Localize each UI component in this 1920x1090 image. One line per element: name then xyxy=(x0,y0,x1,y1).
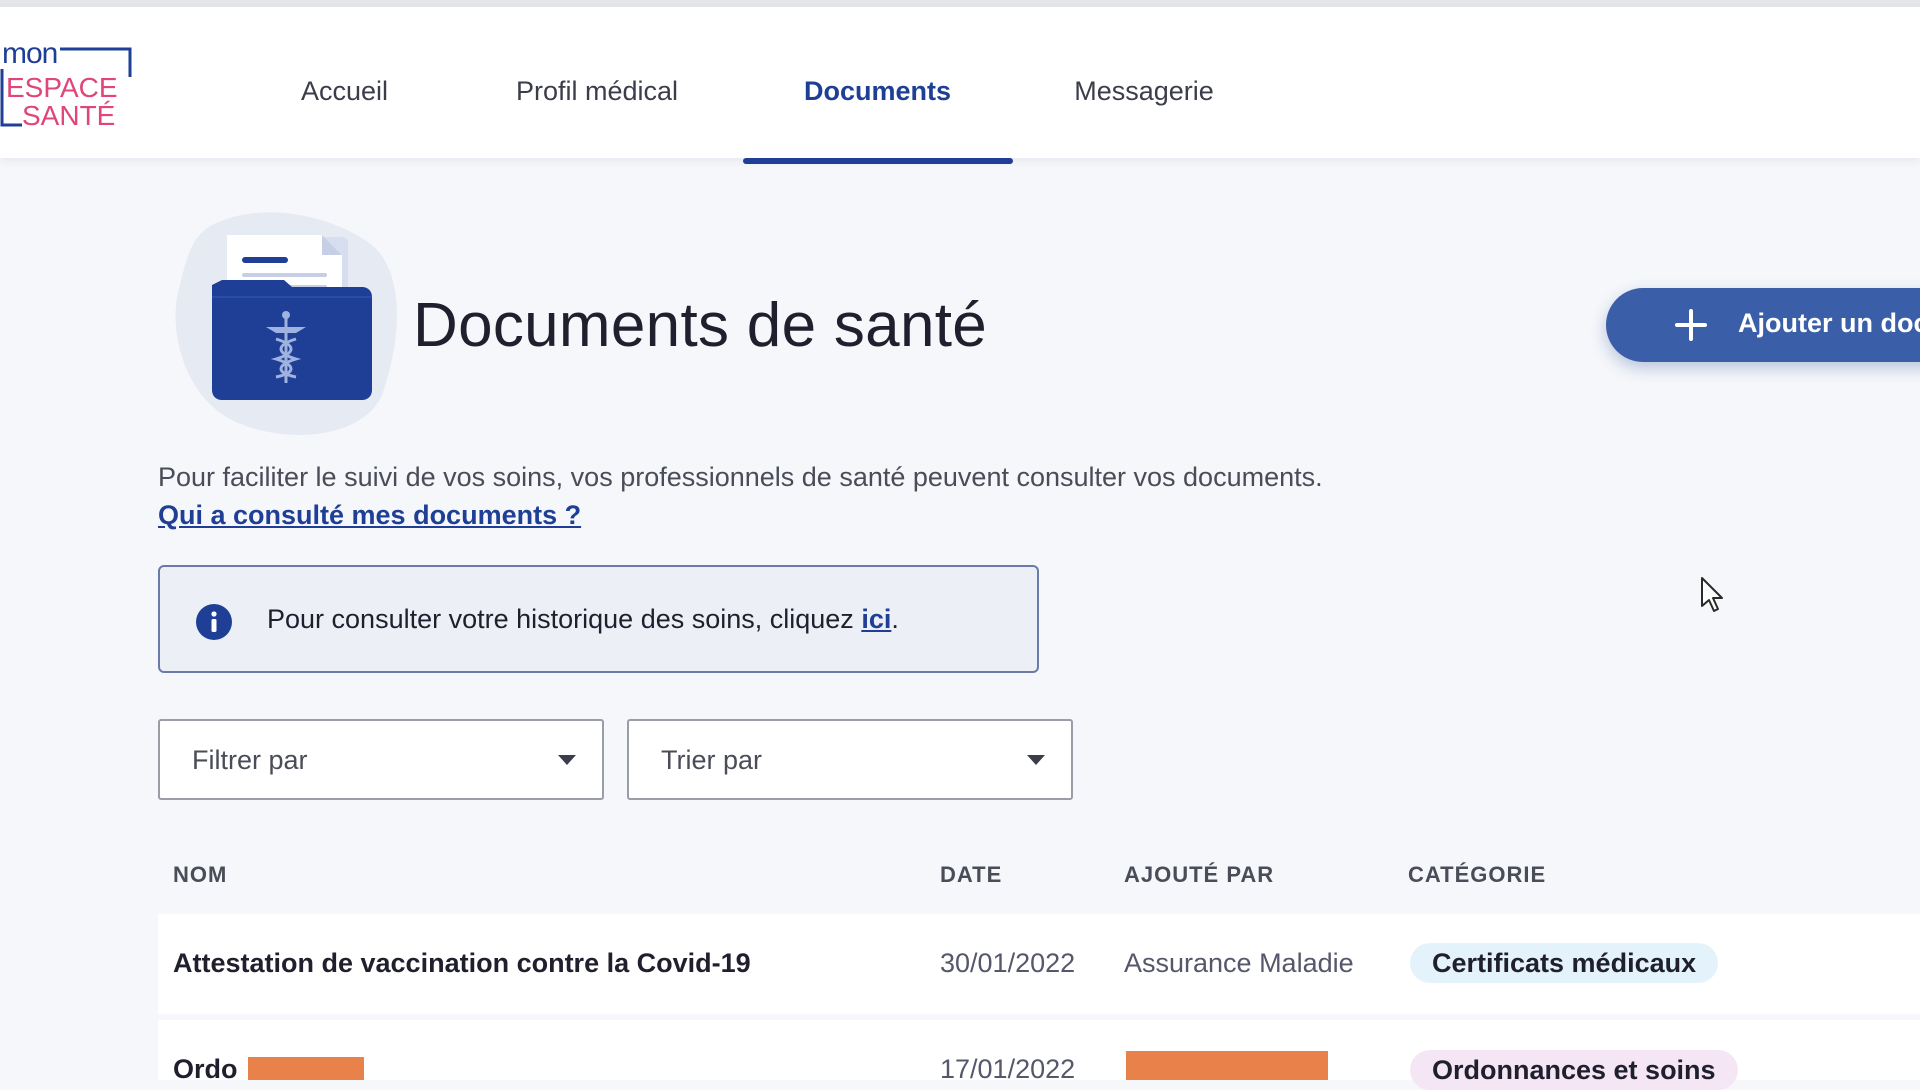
redacted-block xyxy=(248,1057,364,1080)
info-text: Pour consulter votre historique des soin… xyxy=(267,604,899,635)
svg-text:mon: mon xyxy=(2,37,57,70)
caret-down-icon xyxy=(1027,755,1045,765)
svg-text:SANTÉ: SANTÉ xyxy=(22,100,115,131)
top-header: mon ESPACE SANTÉ Accueil Profil médical … xyxy=(0,7,1920,164)
page-title: Documents de santé xyxy=(413,291,988,360)
document-added-by: Assurance Maladie xyxy=(1124,948,1354,978)
document-name[interactable]: Ordo xyxy=(173,1054,238,1085)
filter-dropdown[interactable]: Filtrer par xyxy=(158,719,604,800)
info-icon xyxy=(196,604,232,640)
document-folder-icon xyxy=(175,212,397,435)
nav-accueil[interactable]: Accueil xyxy=(297,69,392,113)
add-document-label: Ajouter un doc xyxy=(1738,308,1920,338)
redacted-block xyxy=(1126,1051,1328,1080)
info-message: Pour consulter votre historique des soin… xyxy=(267,604,862,634)
nav-documents[interactable]: Documents xyxy=(795,69,960,113)
document-date: 17/01/2022 xyxy=(940,1054,1076,1084)
nav-messagerie[interactable]: Messagerie xyxy=(1069,69,1219,113)
filter-dropdown-label: Filtrer par xyxy=(192,745,308,775)
category-badge: Ordonnances et soins xyxy=(1410,1050,1738,1090)
caret-down-icon xyxy=(558,755,576,765)
svg-text:ESPACE: ESPACE xyxy=(6,72,118,103)
category-badge: Certificats médicaux xyxy=(1410,943,1719,983)
document-date: 30/01/2022 xyxy=(940,948,1076,978)
who-viewed-documents-link[interactable]: Qui a consulté mes documents ? xyxy=(158,500,581,531)
intro-text: Pour faciliter le suivi de vos soins, vo… xyxy=(158,462,1323,492)
column-header-added-by[interactable]: AJOUTÉ PAR xyxy=(1124,862,1274,888)
column-header-date[interactable]: DATE xyxy=(940,862,1002,888)
add-document-button[interactable]: Ajouter un doc xyxy=(1606,288,1920,362)
mon-espace-sante-logo[interactable]: mon ESPACE SANTÉ xyxy=(0,37,135,132)
info-box: Pour consulter votre historique des soin… xyxy=(158,565,1039,673)
info-suffix: . xyxy=(891,604,899,634)
sort-dropdown-label: Trier par xyxy=(661,745,763,775)
care-history-link[interactable]: ici xyxy=(861,604,891,634)
mouse-cursor-icon xyxy=(1701,577,1723,612)
table-row[interactable]: Ordo 17/01/2022 Ordonnances et soins xyxy=(158,1020,1920,1090)
column-header-name[interactable]: NOM xyxy=(173,862,227,888)
top-rule xyxy=(0,0,1920,7)
active-tab-indicator xyxy=(743,158,1013,164)
document-name[interactable]: Attestation de vaccination contre la Cov… xyxy=(173,948,751,979)
table-row[interactable]: Attestation de vaccination contre la Cov… xyxy=(158,914,1920,1014)
plus-icon xyxy=(1675,309,1707,341)
nav-profil-medical[interactable]: Profil médical xyxy=(507,69,687,113)
sort-dropdown[interactable]: Trier par xyxy=(627,719,1073,800)
column-header-category[interactable]: CATÉGORIE xyxy=(1408,862,1546,888)
